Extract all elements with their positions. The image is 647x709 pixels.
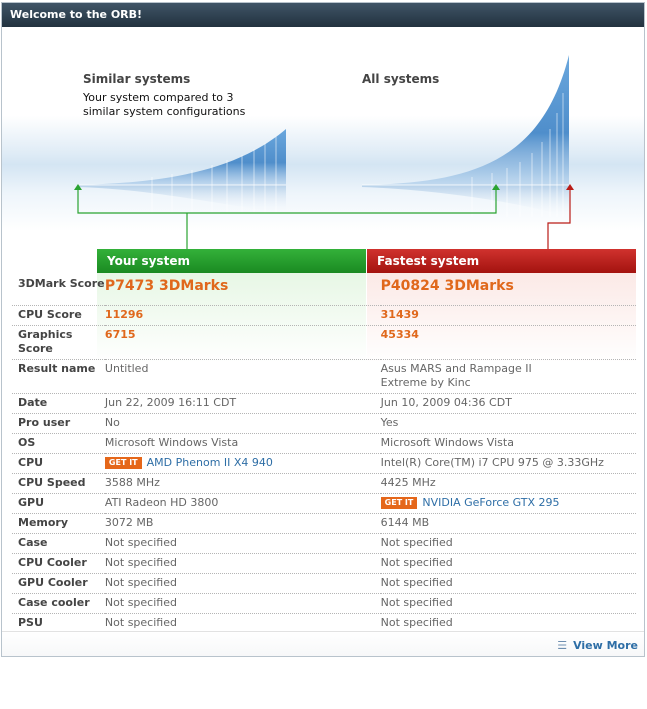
your-value-cell: GET IT AMD Phenom II X4 940 (104, 453, 381, 474)
row-label: Case (12, 533, 105, 554)
fastest-value: 4425 MHz (380, 473, 636, 494)
row-label: OS (12, 433, 105, 454)
fastest-value: 31439 (380, 305, 636, 326)
fastest-value: Not specified (380, 573, 636, 594)
view-more-link[interactable]: ☰ View More (557, 639, 638, 652)
row-label: GPU Cooler (12, 573, 105, 594)
table-row: CPU Cooler Not specified Not specified (12, 553, 636, 574)
fastest-value: Not specified (380, 533, 636, 554)
table-row: Graphics Score 6715 45334 (12, 325, 636, 360)
list-icon: ☰ (557, 639, 568, 652)
table-row: Case cooler Not specified Not specified (12, 593, 636, 614)
fastest-value: Intel(R) Core(TM) i7 CPU 975 @ 3.33GHz (380, 453, 636, 474)
row-label: GPU (12, 493, 105, 514)
table-row: Pro user No Yes (12, 413, 636, 434)
distribution-graphs: Similar systems Your system compared to … (2, 27, 644, 249)
fastest-value-cell: GET IT NVIDIA GeForce GTX 295 (380, 493, 636, 514)
row-label: 3DMark Score (12, 275, 105, 306)
all-systems-label: All systems (362, 72, 440, 86)
your-system-header: Your system (97, 249, 366, 273)
table-row: Memory 3072 MB 6144 MB (12, 513, 636, 534)
your-value: Not specified (104, 553, 381, 574)
get-it-button[interactable]: GET IT (104, 457, 142, 469)
similar-systems-description: Your system compared to 3 similar system… (83, 91, 246, 118)
fastest-value: Yes (380, 413, 636, 434)
your-value: Microsoft Windows Vista (104, 433, 381, 454)
view-more-label: View More (573, 639, 638, 652)
your-value: Not specified (104, 533, 381, 554)
fastest-value: 6144 MB (380, 513, 636, 534)
row-label: Graphics Score (12, 325, 105, 360)
similar-systems-label: Similar systems (83, 72, 191, 86)
row-label: Memory (12, 513, 105, 534)
table-row: GPU ATI Radeon HD 3800 GET IT NVIDIA GeFo… (12, 493, 636, 514)
panel-title: Welcome to the ORB! (2, 3, 644, 27)
row-label: CPU Speed (12, 473, 105, 494)
your-value: Untitled (104, 359, 381, 394)
row-label: CPU (12, 453, 105, 474)
fastest-value: 45334 (380, 325, 636, 360)
your-value: Not specified (104, 593, 381, 614)
similar-systems-curve (78, 129, 286, 213)
table-row: Date Jun 22, 2009 16:11 CDT Jun 10, 2009… (12, 393, 636, 414)
your-value: Not specified (104, 573, 381, 594)
row-label: Date (12, 393, 105, 414)
table-row: Result name Untitled Asus MARS and Rampa… (12, 359, 636, 394)
your-system-connector (77, 189, 497, 249)
panel-footer: ☰ View More (2, 631, 644, 656)
your-value: 11296 (104, 305, 381, 326)
table-row: Case Not specified Not specified (12, 533, 636, 554)
table-row: CPU GET IT AMD Phenom II X4 940 Intel(R) … (12, 453, 636, 474)
your-value: 3072 MB (104, 513, 381, 534)
row-label: CPU Cooler (12, 553, 105, 574)
your-value: P7473 3DMarks (104, 275, 381, 306)
your-value: No (104, 413, 381, 434)
row-label: Case cooler (12, 593, 105, 614)
row-label: Pro user (12, 413, 105, 434)
fastest-value: Microsoft Windows Vista (380, 433, 636, 454)
your-cpu-link[interactable]: AMD Phenom II X4 940 (147, 456, 273, 469)
fastest-value: Asus MARS and Rampage II Extreme by Kinc (380, 359, 636, 394)
row-label: CPU Score (12, 305, 105, 326)
fastest-gpu-link[interactable]: NVIDIA GeForce GTX 295 (422, 496, 559, 509)
your-value: ATI Radeon HD 3800 (104, 493, 381, 514)
comparison-table: 3DMark Score P7473 3DMarks P40824 3DMark… (12, 275, 636, 634)
your-value: 3588 MHz (104, 473, 381, 494)
fastest-value: Jun 10, 2009 04:36 CDT (380, 393, 636, 414)
table-row: CPU Score 11296 31439 (12, 305, 636, 326)
table-row: OS Microsoft Windows Vista Microsoft Win… (12, 433, 636, 454)
fastest-system-header: Fastest system (367, 249, 636, 273)
row-label: Result name (12, 359, 105, 394)
fastest-value: Not specified (380, 593, 636, 614)
table-row: GPU Cooler Not specified Not specified (12, 573, 636, 594)
fastest-value: P40824 3DMarks (380, 275, 636, 306)
table-row: CPU Speed 3588 MHz 4425 MHz (12, 473, 636, 494)
your-value: 6715 (104, 325, 381, 360)
get-it-button[interactable]: GET IT (380, 497, 418, 509)
orb-panel: Welcome to the ORB! Similar systems Your… (1, 2, 645, 657)
table-row: 3DMark Score P7473 3DMarks P40824 3DMark… (12, 275, 636, 306)
your-value: Jun 22, 2009 16:11 CDT (104, 393, 381, 414)
fastest-value: Not specified (380, 553, 636, 574)
